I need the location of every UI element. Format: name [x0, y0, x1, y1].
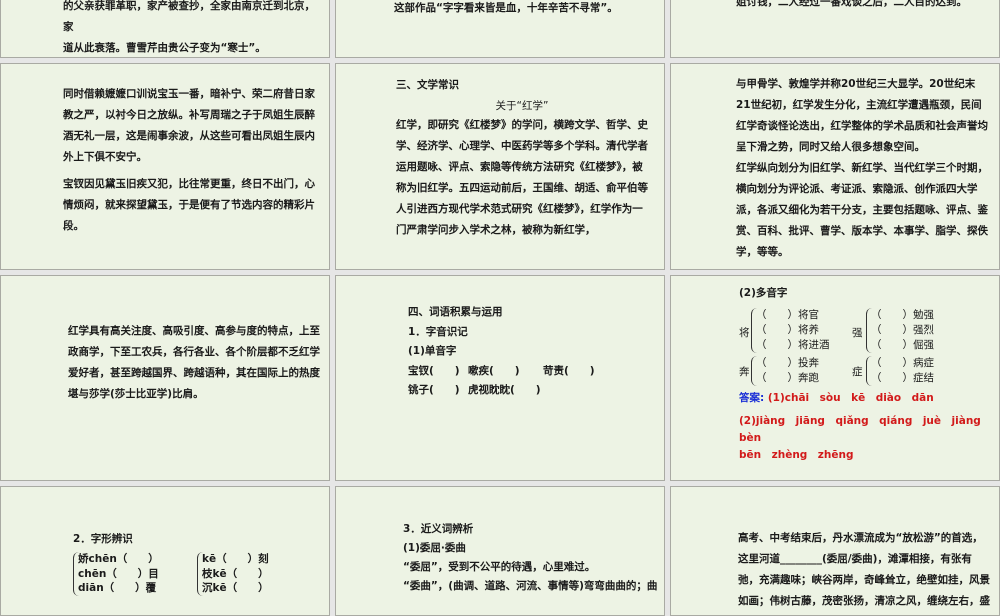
- group-items: （ ）勉强（ ）强烈（ ）倔强: [866, 308, 934, 353]
- glyph-list: 娇chēn（ ） chēn（ ）目 diān（ ）覆: [73, 552, 159, 596]
- slide-thumbnail[interactable]: 同时借赖嬷嬷口训说宝玉一番，暗补宁、荣二府昔日家教之严，以衬今日之放纵。补写周瑞…: [0, 63, 330, 270]
- slide-thumbnail[interactable]: 2．字形辨识 娇chēn（ ） chēn（ ）目 diān（ ）覆 kē（ ）刻 枝k…: [0, 486, 330, 616]
- slide-thumbnail[interactable]: 与甲骨学、敦煌学并称20世纪三大显学。20世纪末21世纪初，红学发生分化，主流红…: [670, 63, 1000, 270]
- slide-thumbnail[interactable]: 姐讨钱，二人经过一番戏谈之后，二人目的达到。: [670, 0, 1000, 58]
- answer: 答案: (1)chāi sòu kē diào dān (2)jiàng jiā…: [739, 392, 992, 461]
- slide-thumbnail[interactable]: 高考、中考结束后，丹水漂流成为“放松游”的首选，这里河道________(委屈/…: [670, 486, 1000, 616]
- slide-text: 姐讨钱，二人经过一番戏谈之后，二人目的达到。: [736, 0, 967, 8]
- slide-text: 红学具有高关注度、高吸引度、高参与度的特点，上至政商学，下至工农兵，各行各业、各…: [68, 325, 320, 400]
- slide-text: 高考、中考结束后，丹水漂流成为“放松游”的首选，这里河道________(委屈/…: [738, 532, 990, 607]
- slide-thumbnail[interactable]: 3．近义词辨析 (1)委屈·委曲 “委屈”，受到不公平的待遇，心里难过。 “委曲”，(…: [335, 486, 665, 616]
- glyph-list: kē（ ）刻 枝kē（ ）沉kē（ ）: [197, 552, 269, 596]
- slide-text: 四、词语积累与运用 1．字音识记 (1)单音字 宝钗( ) 嗽疾( ) 苛责( ) 铫子…: [408, 306, 595, 396]
- slide-text: 3．近义词辨析 (1)委屈·委曲 “委屈”，受到不公平的待遇，心里难过。 “委曲”，(…: [403, 523, 658, 592]
- section-heading: 三、文学常识: [396, 79, 459, 91]
- slide-text: 这部作品“字字看来皆是血，十年辛苦不寻常”。: [394, 2, 618, 14]
- slide-thumbnail[interactable]: 红学具有高关注度、高吸引度、高参与度的特点，上至政商学，下至工农兵，各行各业、各…: [0, 275, 330, 481]
- group-char: 症: [852, 366, 863, 378]
- group-char: 奔: [739, 366, 750, 378]
- slide-text: 三、文学常识 关于“红学” 红学，即研究《红楼梦》的学问，横跨文学、哲学、史学、…: [396, 75, 648, 241]
- slide-text: 同时借赖嬷嬷口训说宝玉一番，暗补宁、荣二府昔日家教之严，以衬今日之放纵。补写周瑞…: [63, 88, 315, 232]
- slide-thumbnail[interactable]: (2)多音字 将 （ ）将官（ ）将养（ ）将进酒 强 （ ）勉强（ ）强烈（ …: [670, 275, 1000, 481]
- slide-heading: 2．字形辨识: [73, 533, 133, 545]
- section-title: 关于“红学”: [495, 100, 549, 112]
- slide-text: 的父亲获罪革职，家产被查抄，全家由南京迁到北京，家 道从此衰落。曹雪芹由贵公子变为…: [63, 0, 315, 54]
- slide-text: 与甲骨学、敦煌学并称20世纪三大显学。20世纪末21世纪初，红学发生分化，主流红…: [736, 78, 988, 258]
- slide-thumbnail[interactable]: 这部作品“字字看来皆是血，十年辛苦不寻常”。: [335, 0, 665, 58]
- slide-thumbnail[interactable]: 的父亲获罪革职，家产被查抄，全家由南京迁到北京，家 道从此衰落。曹雪芹由贵公子变为…: [0, 0, 330, 58]
- group-char: 强: [852, 327, 863, 339]
- group-items: （ ）病症（ ）症结: [866, 356, 934, 386]
- slide-thumbnail[interactable]: 三、文学常识 关于“红学” 红学，即研究《红楼梦》的学问，横跨文学、哲学、史学、…: [335, 63, 665, 270]
- group-items: （ ）投奔（ ）奔跑: [751, 356, 819, 386]
- group-items: （ ）将官（ ）将养（ ）将进酒: [751, 308, 830, 353]
- slide-thumbnail[interactable]: 四、词语积累与运用 1．字音识记 (1)单音字 宝钗( ) 嗽疾( ) 苛责( ) 铫子…: [335, 275, 665, 481]
- slide-subtitle: (2)多音字: [739, 287, 788, 299]
- group-char: 将: [739, 327, 750, 339]
